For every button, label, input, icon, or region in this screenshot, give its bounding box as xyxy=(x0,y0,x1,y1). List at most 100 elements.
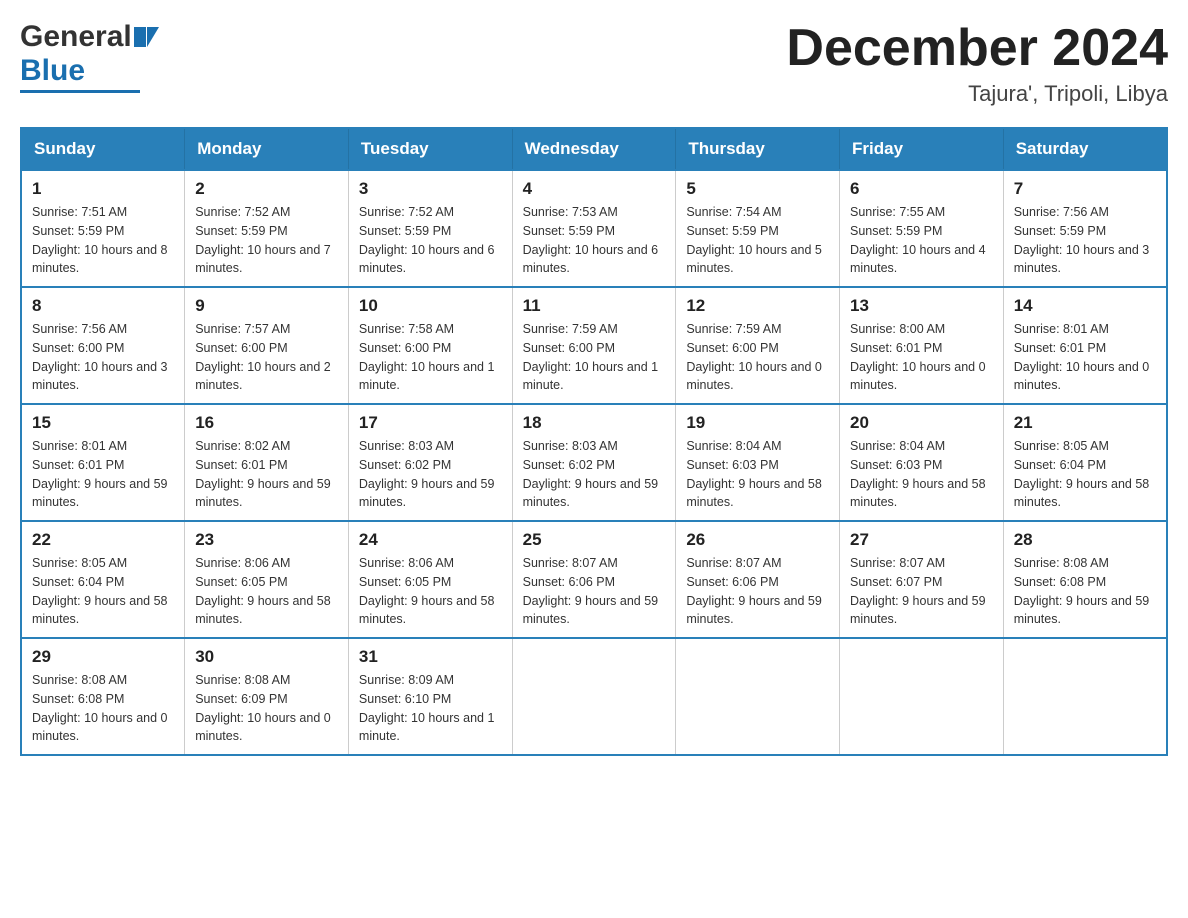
day-info: Sunrise: 7:51 AMSunset: 5:59 PMDaylight:… xyxy=(32,203,174,278)
calendar-cell-20: 20 Sunrise: 8:04 AMSunset: 6:03 PMDayligh… xyxy=(840,404,1004,521)
calendar-cell-26: 26 Sunrise: 8:07 AMSunset: 6:06 PMDayligh… xyxy=(676,521,840,638)
day-info: Sunrise: 8:06 AMSunset: 6:05 PMDaylight:… xyxy=(359,554,502,629)
day-number: 13 xyxy=(850,296,993,316)
calendar-cell-18: 18 Sunrise: 8:03 AMSunset: 6:02 PMDayligh… xyxy=(512,404,676,521)
day-number: 16 xyxy=(195,413,338,433)
calendar-cell-22: 22 Sunrise: 8:05 AMSunset: 6:04 PMDayligh… xyxy=(21,521,185,638)
calendar-cell-empty xyxy=(840,638,1004,755)
calendar-cell-23: 23Sunrise: 8:06 AMSunset: 6:05 PMDayligh… xyxy=(185,521,349,638)
day-info: Sunrise: 8:08 AMSunset: 6:08 PMDaylight:… xyxy=(32,671,174,746)
day-info: Sunrise: 7:58 AMSunset: 6:00 PMDaylight:… xyxy=(359,320,502,395)
day-number: 29 xyxy=(32,647,174,667)
day-info: Sunrise: 8:05 AMSunset: 6:04 PMDaylight:… xyxy=(1014,437,1156,512)
logo-icon xyxy=(134,27,159,47)
calendar-cell-9: 9Sunrise: 7:57 AMSunset: 6:00 PMDaylight… xyxy=(185,287,349,404)
logo-blue-text: Blue xyxy=(20,54,85,88)
day-info: Sunrise: 7:59 AMSunset: 6:00 PMDaylight:… xyxy=(686,320,829,395)
day-info: Sunrise: 8:07 AMSunset: 6:06 PMDaylight:… xyxy=(523,554,666,629)
calendar-cell-13: 13Sunrise: 8:00 AMSunset: 6:01 PMDayligh… xyxy=(840,287,1004,404)
calendar-cell-empty xyxy=(676,638,840,755)
day-info: Sunrise: 8:05 AMSunset: 6:04 PMDaylight:… xyxy=(32,554,174,629)
day-number: 27 xyxy=(850,530,993,550)
col-header-thursday: Thursday xyxy=(676,128,840,170)
col-header-tuesday: Tuesday xyxy=(348,128,512,170)
day-info: Sunrise: 8:03 AMSunset: 6:02 PMDaylight:… xyxy=(523,437,666,512)
day-info: Sunrise: 7:53 AMSunset: 5:59 PMDaylight:… xyxy=(523,203,666,278)
day-number: 1 xyxy=(32,179,174,199)
day-number: 9 xyxy=(195,296,338,316)
day-number: 22 xyxy=(32,530,174,550)
day-number: 5 xyxy=(686,179,829,199)
day-info: Sunrise: 8:02 AMSunset: 6:01 PMDaylight:… xyxy=(195,437,338,512)
day-info: Sunrise: 7:52 AMSunset: 5:59 PMDaylight:… xyxy=(359,203,502,278)
day-number: 10 xyxy=(359,296,502,316)
calendar-cell-3: 3 Sunrise: 7:52 AMSunset: 5:59 PMDaylight… xyxy=(348,170,512,287)
day-info: Sunrise: 7:56 AMSunset: 5:59 PMDaylight:… xyxy=(1014,203,1156,278)
calendar-week-2: 8 Sunrise: 7:56 AMSunset: 6:00 PMDaylight… xyxy=(21,287,1167,404)
calendar-cell-4: 4 Sunrise: 7:53 AMSunset: 5:59 PMDaylight… xyxy=(512,170,676,287)
calendar-cell-8: 8 Sunrise: 7:56 AMSunset: 6:00 PMDaylight… xyxy=(21,287,185,404)
day-number: 20 xyxy=(850,413,993,433)
day-number: 12 xyxy=(686,296,829,316)
day-number: 3 xyxy=(359,179,502,199)
day-number: 25 xyxy=(523,530,666,550)
calendar-cell-29: 29 Sunrise: 8:08 AMSunset: 6:08 PMDayligh… xyxy=(21,638,185,755)
page-header: General Blue December 2024 Tajura', Trip… xyxy=(20,20,1168,107)
logo: General Blue xyxy=(20,20,159,93)
logo-underline xyxy=(20,90,140,93)
calendar-table: SundayMondayTuesdayWednesdayThursdayFrid… xyxy=(20,127,1168,756)
calendar-cell-7: 7 Sunrise: 7:56 AMSunset: 5:59 PMDaylight… xyxy=(1003,170,1167,287)
day-info: Sunrise: 8:04 AMSunset: 6:03 PMDaylight:… xyxy=(850,437,993,512)
day-number: 2 xyxy=(195,179,338,199)
month-title: December 2024 xyxy=(786,20,1168,77)
day-info: Sunrise: 8:09 AMSunset: 6:10 PMDaylight:… xyxy=(359,671,502,746)
location-title: Tajura', Tripoli, Libya xyxy=(786,81,1168,107)
day-number: 17 xyxy=(359,413,502,433)
calendar-cell-10: 10 Sunrise: 7:58 AMSunset: 6:00 PMDayligh… xyxy=(348,287,512,404)
day-info: Sunrise: 7:52 AMSunset: 5:59 PMDaylight:… xyxy=(195,203,338,278)
day-number: 19 xyxy=(686,413,829,433)
calendar-cell-19: 19 Sunrise: 8:04 AMSunset: 6:03 PMDayligh… xyxy=(676,404,840,521)
calendar-cell-16: 16 Sunrise: 8:02 AMSunset: 6:01 PMDayligh… xyxy=(185,404,349,521)
col-header-saturday: Saturday xyxy=(1003,128,1167,170)
day-info: Sunrise: 8:01 AMSunset: 6:01 PMDaylight:… xyxy=(32,437,174,512)
col-header-friday: Friday xyxy=(840,128,1004,170)
day-number: 11 xyxy=(523,296,666,316)
calendar-header-row: SundayMondayTuesdayWednesdayThursdayFrid… xyxy=(21,128,1167,170)
col-header-sunday: Sunday xyxy=(21,128,185,170)
calendar-cell-6: 6 Sunrise: 7:55 AMSunset: 5:59 PMDaylight… xyxy=(840,170,1004,287)
day-number: 23 xyxy=(195,530,338,550)
calendar-cell-31: 31Sunrise: 8:09 AMSunset: 6:10 PMDayligh… xyxy=(348,638,512,755)
day-info: Sunrise: 7:54 AMSunset: 5:59 PMDaylight:… xyxy=(686,203,829,278)
logo-general-text: General xyxy=(20,20,132,54)
day-number: 7 xyxy=(1014,179,1156,199)
day-number: 28 xyxy=(1014,530,1156,550)
day-info: Sunrise: 7:56 AMSunset: 6:00 PMDaylight:… xyxy=(32,320,174,395)
day-number: 6 xyxy=(850,179,993,199)
title-section: December 2024 Tajura', Tripoli, Libya xyxy=(786,20,1168,107)
calendar-cell-empty xyxy=(1003,638,1167,755)
day-number: 8 xyxy=(32,296,174,316)
calendar-cell-24: 24 Sunrise: 8:06 AMSunset: 6:05 PMDayligh… xyxy=(348,521,512,638)
calendar-week-1: 1 Sunrise: 7:51 AMSunset: 5:59 PMDaylight… xyxy=(21,170,1167,287)
calendar-cell-15: 15 Sunrise: 8:01 AMSunset: 6:01 PMDayligh… xyxy=(21,404,185,521)
calendar-cell-2: 2 Sunrise: 7:52 AMSunset: 5:59 PMDaylight… xyxy=(185,170,349,287)
day-number: 26 xyxy=(686,530,829,550)
day-info: Sunrise: 7:59 AMSunset: 6:00 PMDaylight:… xyxy=(523,320,666,395)
calendar-cell-30: 30Sunrise: 8:08 AMSunset: 6:09 PMDayligh… xyxy=(185,638,349,755)
day-info: Sunrise: 7:55 AMSunset: 5:59 PMDaylight:… xyxy=(850,203,993,278)
day-number: 4 xyxy=(523,179,666,199)
calendar-cell-25: 25 Sunrise: 8:07 AMSunset: 6:06 PMDayligh… xyxy=(512,521,676,638)
calendar-cell-27: 27Sunrise: 8:07 AMSunset: 6:07 PMDayligh… xyxy=(840,521,1004,638)
day-info: Sunrise: 8:07 AMSunset: 6:06 PMDaylight:… xyxy=(686,554,829,629)
day-info: Sunrise: 8:04 AMSunset: 6:03 PMDaylight:… xyxy=(686,437,829,512)
col-header-monday: Monday xyxy=(185,128,349,170)
day-number: 18 xyxy=(523,413,666,433)
calendar-cell-empty xyxy=(512,638,676,755)
calendar-cell-17: 17Sunrise: 8:03 AMSunset: 6:02 PMDayligh… xyxy=(348,404,512,521)
day-info: Sunrise: 8:01 AMSunset: 6:01 PMDaylight:… xyxy=(1014,320,1156,395)
day-number: 24 xyxy=(359,530,502,550)
day-number: 15 xyxy=(32,413,174,433)
calendar-cell-21: 21Sunrise: 8:05 AMSunset: 6:04 PMDayligh… xyxy=(1003,404,1167,521)
calendar-cell-14: 14Sunrise: 8:01 AMSunset: 6:01 PMDayligh… xyxy=(1003,287,1167,404)
